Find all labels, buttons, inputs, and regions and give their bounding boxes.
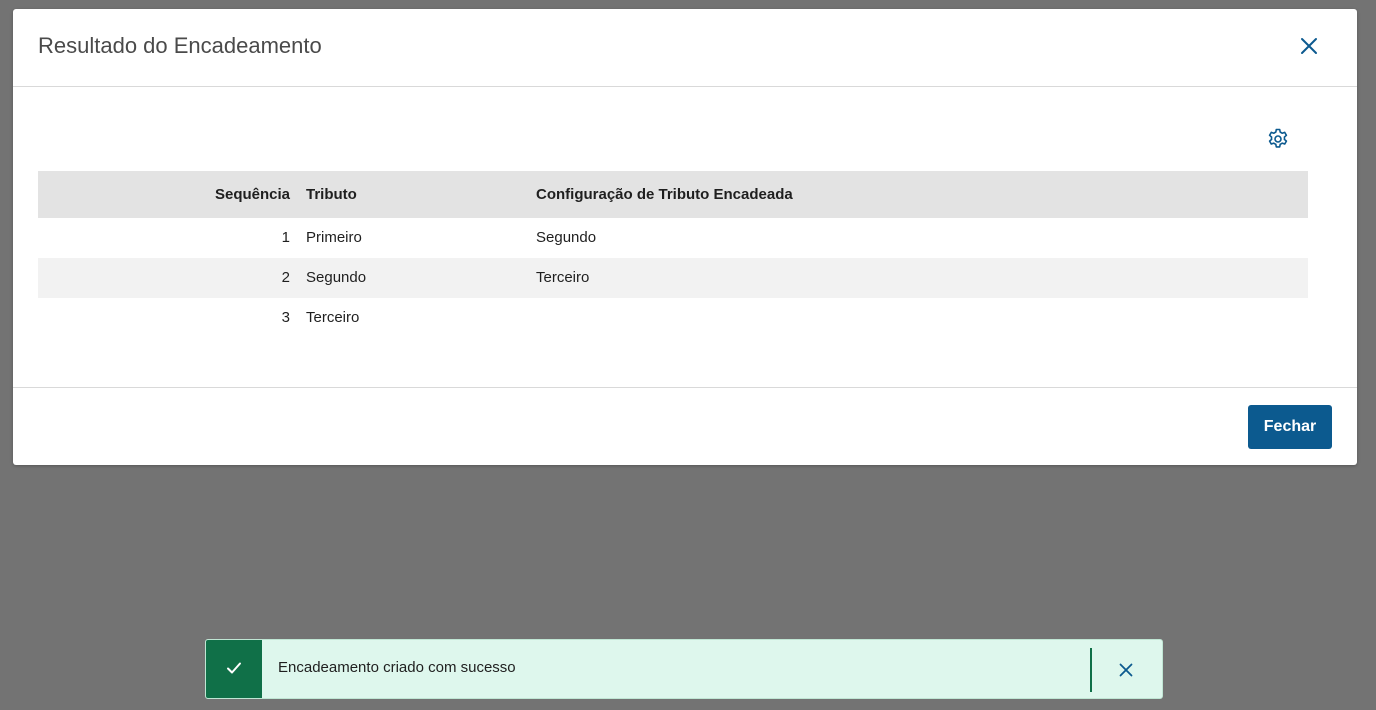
- toast-status-box: [206, 640, 262, 698]
- dialog-title: Resultado do Encadeamento: [38, 33, 322, 58]
- table-row: 2 Segundo Terceiro: [38, 258, 1308, 298]
- fechar-button[interactable]: Fechar: [1248, 405, 1332, 449]
- cell-tributo: Primeiro: [306, 229, 362, 246]
- cell-sequence: 2: [281, 269, 290, 286]
- check-icon: [227, 662, 241, 674]
- cell-config: Terceiro: [536, 269, 590, 286]
- table-row: 3 Terceiro: [38, 298, 1308, 338]
- toast-divider: [1090, 648, 1092, 692]
- cell-sequence: 1: [281, 229, 290, 246]
- dialog-body: Sequência Tributo Configuração de Tribut…: [13, 87, 1357, 387]
- column-header-config[interactable]: Configuração de Tributo Encadeada: [536, 171, 793, 218]
- column-header-tributo[interactable]: Tributo: [306, 171, 357, 218]
- chain-result-table: Sequência Tributo Configuração de Tribut…: [38, 171, 1308, 338]
- success-toast: Encadeamento criado com sucesso: [205, 639, 1163, 699]
- table-header: Sequência Tributo Configuração de Tribut…: [38, 171, 1308, 218]
- close-icon: [1119, 663, 1133, 677]
- toast-message: Encadeamento criado com sucesso: [278, 659, 516, 676]
- result-dialog: Resultado do Encadeamento Sequência Trib…: [13, 9, 1357, 465]
- table-settings-button[interactable]: [1266, 127, 1290, 151]
- cell-sequence: 3: [281, 309, 290, 326]
- cell-config: Segundo: [536, 229, 597, 246]
- cell-tributo: Terceiro: [306, 309, 360, 326]
- close-dialog-button[interactable]: [1297, 34, 1321, 58]
- dialog-header: Resultado do Encadeamento: [13, 9, 1357, 87]
- dialog-footer: Fechar: [13, 387, 1357, 466]
- toast-close-button[interactable]: [1114, 658, 1138, 682]
- close-icon: [1301, 38, 1317, 54]
- column-header-sequence[interactable]: Sequência: [38, 171, 290, 218]
- table-row: 1 Primeiro Segundo: [38, 218, 1308, 258]
- gear-icon: [1268, 128, 1288, 148]
- cell-tributo: Segundo: [306, 269, 367, 286]
